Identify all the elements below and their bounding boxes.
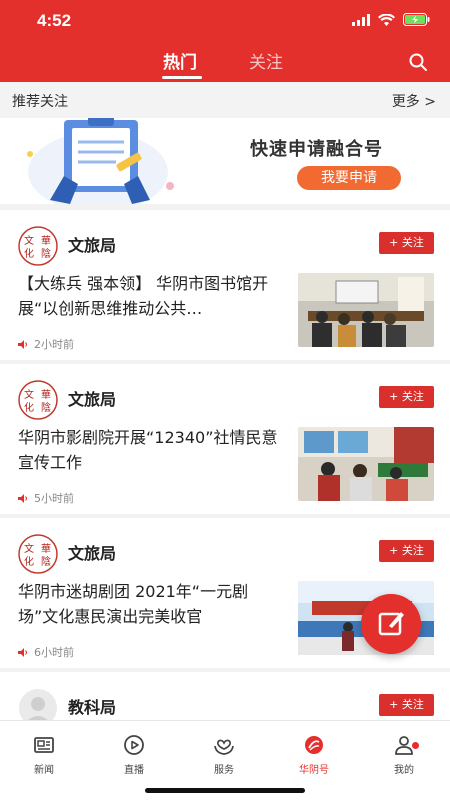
speaker-icon [18, 493, 27, 503]
compose-button[interactable] [361, 594, 421, 654]
notification-dot [412, 742, 419, 749]
article-time: 6小时前 [34, 646, 74, 659]
service-icon [214, 739, 234, 755]
home-indicator [145, 788, 305, 793]
wifi-icon [378, 13, 395, 26]
nav-label: 华阴号 [299, 765, 329, 776]
follow-button[interactable]: + 关注 [379, 232, 434, 254]
author-avatar[interactable]: 文 華 化 陰 [18, 534, 58, 574]
article-meta: 2小时前 [18, 336, 74, 352]
article-time: 5小时前 [34, 492, 74, 505]
author-avatar[interactable]: 文 華 化 陰 [18, 380, 58, 420]
svg-text:華: 華 [41, 389, 51, 401]
speaker-icon [18, 647, 27, 657]
signal-icon [352, 13, 370, 26]
article-thumbnail[interactable] [298, 273, 434, 347]
apply-button[interactable]: 我要申请 [297, 166, 401, 190]
nav-item-service[interactable]: 服务 [194, 733, 254, 776]
tab-follow[interactable]: 关注 [249, 48, 283, 73]
nav-label: 直播 [124, 765, 144, 776]
svg-text:華: 華 [41, 543, 51, 555]
nav-label: 服务 [214, 765, 234, 776]
author-name[interactable]: 文旅局 [68, 232, 116, 256]
article-headline[interactable]: 华阴市影剧院开展“12340”社情民意宣传工作 [18, 425, 288, 475]
nav-item-news[interactable]: 新闻 [14, 733, 74, 776]
speaker-icon [18, 339, 27, 349]
author-name[interactable]: 教科局 [68, 694, 116, 718]
nav-label: 我的 [394, 765, 414, 776]
news-icon [34, 737, 54, 753]
svg-text:華: 華 [41, 235, 51, 247]
article-time: 2小时前 [34, 338, 74, 351]
feed-card[interactable]: 文 華 化 陰 文旅局 + 关注 【大练兵 强本领】 华阴市图书馆开展“以创新思… [0, 210, 450, 360]
recommend-title: 推荐关注 [12, 94, 68, 110]
follow-button[interactable]: + 关注 [379, 540, 434, 562]
svg-text:化: 化 [24, 247, 34, 260]
status-bar: 4:52 [0, 0, 450, 42]
article-thumbnail[interactable] [298, 427, 434, 501]
article-headline[interactable]: 【大练兵 强本领】 华阴市图书馆开展“以创新思维推动公共… [18, 271, 288, 321]
status-time: 4:52 [37, 11, 72, 30]
article-meta: 6小时前 [18, 644, 74, 660]
apply-banner[interactable]: 快速申请融合号 我要申请 [0, 118, 450, 204]
active-tab-indicator [162, 76, 202, 79]
recommend-bar: 推荐关注 更多 > [0, 82, 450, 118]
nav-item-live[interactable]: 直播 [104, 733, 164, 776]
svg-text:陰: 陰 [41, 401, 51, 414]
top-tabs: 热门 关注 [0, 48, 450, 80]
svg-text:陰: 陰 [41, 247, 51, 260]
live-icon [124, 735, 144, 755]
nav-label: 新闻 [34, 765, 54, 776]
follow-button[interactable]: + 关注 [379, 694, 434, 716]
svg-text:化: 化 [24, 555, 34, 568]
tab-hot[interactable]: 热门 [163, 48, 197, 73]
article-headline[interactable]: 华阴市迷胡剧团 2021年“一元剧场”文化惠民演出完美收官 [18, 579, 288, 629]
author-avatar[interactable]: 文 華 化 陰 [18, 226, 58, 266]
nav-item-huayin[interactable]: 华阴号 [284, 733, 344, 776]
status-icons [352, 13, 430, 26]
svg-text:化: 化 [24, 401, 34, 414]
author-name[interactable]: 文旅局 [68, 540, 116, 564]
svg-text:文: 文 [24, 388, 34, 401]
recommend-more-link[interactable]: 更多 > [392, 91, 436, 111]
search-icon[interactable] [408, 52, 428, 72]
top-header: 4:52 热门 关注 [0, 0, 450, 82]
battery-icon [403, 13, 430, 26]
clipboard-illustration [27, 118, 174, 204]
banner-title: 快速申请融合号 [250, 139, 383, 160]
huayin-icon [305, 736, 323, 754]
feed-card[interactable]: 教科局 + 关注 [0, 672, 450, 728]
nav-item-profile[interactable]: 我的 [374, 733, 434, 776]
svg-text:文: 文 [24, 234, 34, 247]
svg-text:文: 文 [24, 542, 34, 555]
article-meta: 5小时前 [18, 490, 74, 506]
follow-button[interactable]: + 关注 [379, 386, 434, 408]
svg-text:陰: 陰 [41, 555, 51, 568]
feed-card[interactable]: 文 華 化 陰 文旅局 + 关注 华阴市影剧院开展“12340”社情民意宣传工作… [0, 364, 450, 514]
author-name[interactable]: 文旅局 [68, 386, 116, 410]
